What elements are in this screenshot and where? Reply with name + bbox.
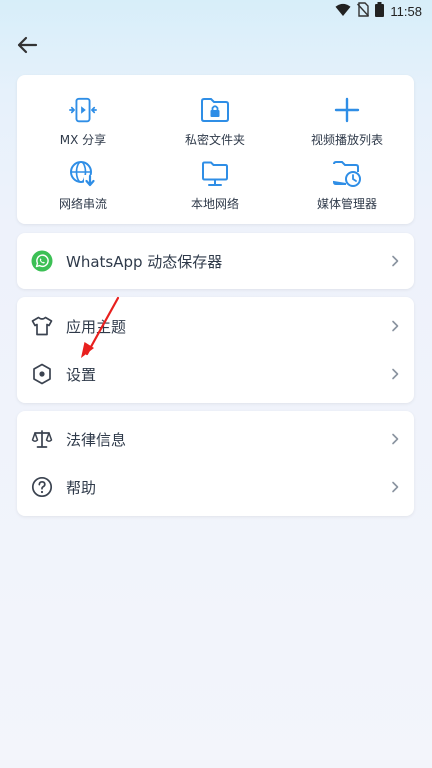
- settings-card: 应用主题 设置: [17, 297, 414, 403]
- quick-action-local-network[interactable]: 本地网络: [149, 159, 281, 212]
- chevron-right-icon: [390, 319, 400, 333]
- settings-label: 设置: [66, 365, 97, 384]
- arrow-left-icon: [16, 36, 38, 58]
- quick-action-private-folder[interactable]: 私密文件夹: [149, 95, 281, 148]
- status-bar: 11:58: [0, 0, 432, 24]
- chevron-right-icon: [390, 432, 400, 446]
- whatsapp-card: WhatsApp 动态保存器: [17, 233, 414, 289]
- help-label: 帮助: [66, 478, 97, 497]
- local-network-icon: [200, 159, 230, 189]
- whatsapp-status-saver-label: WhatsApp 动态保存器: [66, 252, 223, 271]
- legal-info-row[interactable]: 法律信息: [17, 415, 414, 463]
- quick-action-video-playlist[interactable]: 视频播放列表: [281, 95, 413, 148]
- chevron-right-icon: [390, 367, 400, 381]
- status-icons: 11:58: [335, 2, 422, 21]
- quick-action-label: 媒体管理器: [316, 197, 377, 211]
- no-sim-icon: [357, 2, 370, 21]
- tshirt-icon: [31, 315, 53, 337]
- wifi-icon: [335, 2, 351, 21]
- help-circle-icon: [31, 476, 53, 498]
- chevron-right-icon: [390, 480, 400, 494]
- whatsapp-icon: [31, 250, 53, 272]
- hexagon-settings-icon: [31, 363, 53, 385]
- status-time: 11:58: [390, 4, 422, 19]
- plus-icon: [332, 95, 362, 125]
- quick-action-mx-share[interactable]: MX 分享: [17, 95, 149, 148]
- app-theme-label: 应用主题: [66, 317, 127, 336]
- whatsapp-status-saver-row[interactable]: WhatsApp 动态保存器: [17, 237, 414, 285]
- network-stream-icon: [68, 159, 98, 189]
- quick-action-label: MX 分享: [59, 133, 107, 147]
- info-card: 法律信息 帮助: [17, 411, 414, 516]
- settings-row[interactable]: 设置: [17, 350, 414, 398]
- battery-icon: [375, 2, 385, 21]
- mx-share-icon: [68, 95, 98, 125]
- quick-action-label: 视频播放列表: [310, 133, 383, 147]
- quick-action-network-stream[interactable]: 网络串流: [17, 159, 149, 212]
- quick-actions-grid: MX 分享 私密文件夹 视频播放列表 网络串流 本地网络 媒体管理器: [17, 75, 414, 224]
- app-theme-row[interactable]: 应用主题: [17, 302, 414, 350]
- quick-action-media-manager[interactable]: 媒体管理器: [281, 159, 413, 212]
- quick-action-label: 私密文件夹: [184, 133, 245, 147]
- legal-info-label: 法律信息: [66, 430, 127, 449]
- quick-actions-card: MX 分享 私密文件夹 视频播放列表 网络串流 本地网络 媒体管理器: [17, 75, 414, 224]
- chevron-right-icon: [390, 254, 400, 268]
- private-folder-icon: [200, 95, 230, 125]
- quick-action-label: 网络串流: [58, 197, 107, 211]
- help-row[interactable]: 帮助: [17, 463, 414, 511]
- media-manager-icon: [332, 159, 362, 189]
- scale-icon: [31, 428, 53, 450]
- quick-action-label: 本地网络: [190, 197, 239, 211]
- back-button[interactable]: [13, 35, 41, 59]
